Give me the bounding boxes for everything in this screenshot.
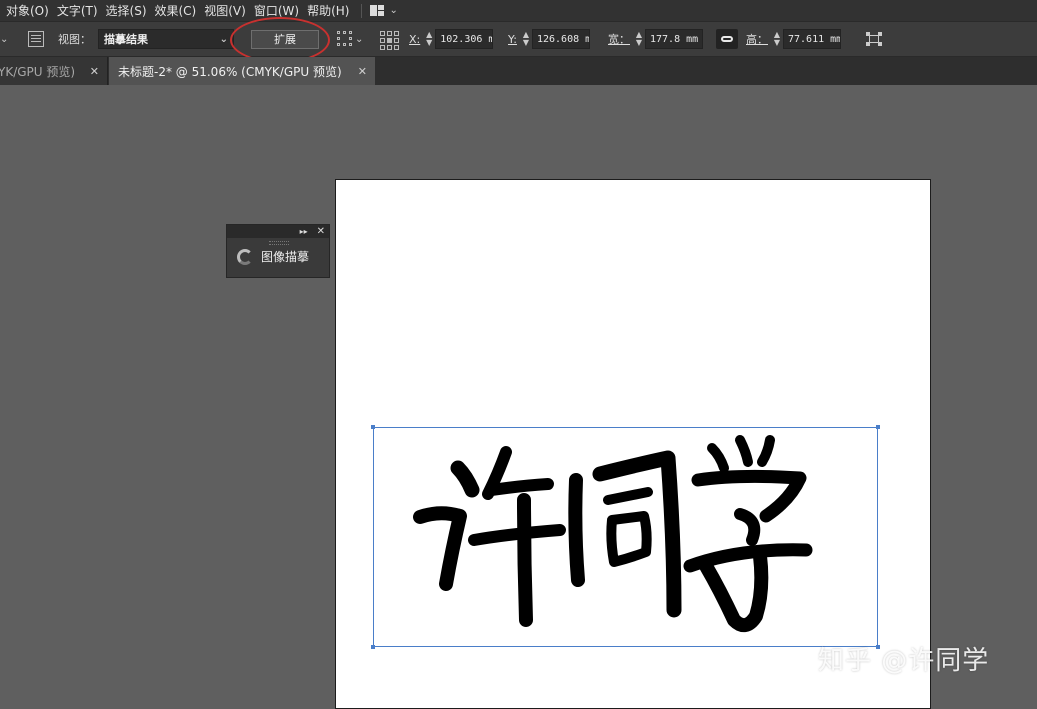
panel-drag-grip[interactable] [269,241,289,245]
panel-header[interactable]: ▸▸ ✕ [227,225,329,238]
watermark: 知乎 @许同学 [818,646,990,676]
collapse-panel-icon[interactable]: ▸▸ [300,227,308,236]
resize-handle-top-right[interactable] [876,425,880,429]
image-trace-panel[interactable]: ▸▸ ✕ 图像描摹 [226,224,330,278]
resize-handle-top-left[interactable] [371,425,375,429]
selection-bounding-box[interactable] [371,425,880,649]
close-icon[interactable]: ✕ [317,226,325,237]
resize-handle-bottom-left[interactable] [371,645,375,649]
image-trace-label[interactable]: 图像描摹 [261,248,309,265]
image-trace-icon [237,248,253,265]
